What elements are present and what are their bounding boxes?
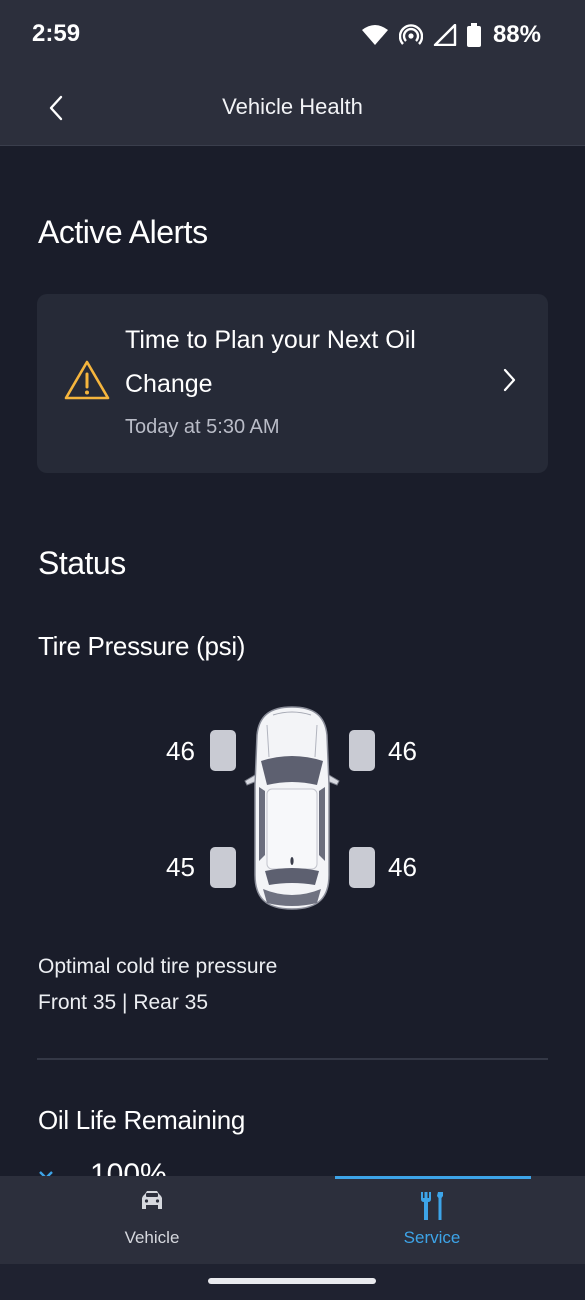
nav-service-tab[interactable]: Service [332, 1176, 532, 1264]
status-icons: 88% [361, 20, 541, 50]
rear-left-tire-indicator [210, 847, 236, 888]
warning-icon [63, 359, 111, 406]
front-left-tire-indicator [210, 730, 236, 771]
cellular-signal-icon [433, 24, 457, 46]
car-top-view-icon [243, 705, 341, 916]
alert-title: Time to Plan your Next Oil Change [125, 326, 416, 398]
wifi-icon [361, 24, 389, 46]
car-icon [140, 1190, 164, 1215]
battery-percent: 88% [492, 21, 541, 48]
nav-service-label: Service [403, 1228, 461, 1247]
rear-left-tire-value: 45 [166, 852, 195, 882]
section-divider [37, 1058, 548, 1060]
active-alerts-heading: Active Alerts [38, 214, 208, 250]
vehicle-health-screen: 2:59 88% Vehicle Health Active Alerts Ti… [0, 0, 585, 1300]
chevron-right-icon [502, 368, 516, 397]
tire-pressure-heading: Tire Pressure (psi) [38, 631, 246, 661]
status-time: 2:59 [32, 20, 81, 47]
status-bar: 2:59 88% [0, 0, 585, 70]
home-gesture-bar[interactable] [208, 1278, 376, 1284]
front-right-tire-indicator [349, 730, 375, 771]
hotspot-icon [398, 23, 423, 47]
optimal-pressure-values: Front 35 | Rear 35 [38, 991, 209, 1014]
tools-icon [419, 1190, 445, 1227]
app-header: Vehicle Health [0, 70, 585, 146]
optimal-pressure-label: Optimal cold tire pressure [38, 955, 278, 978]
oil-life-heading: Oil Life Remaining [38, 1105, 246, 1135]
front-right-tire-value: 46 [388, 736, 417, 766]
alert-time: Today at 5:30 AM [125, 416, 280, 438]
status-heading: Status [38, 545, 126, 581]
gesture-area [0, 1264, 585, 1300]
front-left-tire-value: 46 [166, 736, 195, 766]
page-title: Vehicle Health [222, 94, 363, 119]
battery-icon [466, 23, 481, 47]
bottom-navigation: Vehicle Service [0, 1176, 585, 1264]
rear-right-tire-value: 46 [388, 852, 417, 882]
nav-vehicle-label: Vehicle [124, 1228, 180, 1247]
rear-right-tire-indicator [349, 847, 375, 888]
oil-change-alert-card[interactable]: Time to Plan your Next Oil Change Today … [37, 294, 548, 473]
nav-vehicle-tab[interactable]: Vehicle [52, 1176, 252, 1264]
